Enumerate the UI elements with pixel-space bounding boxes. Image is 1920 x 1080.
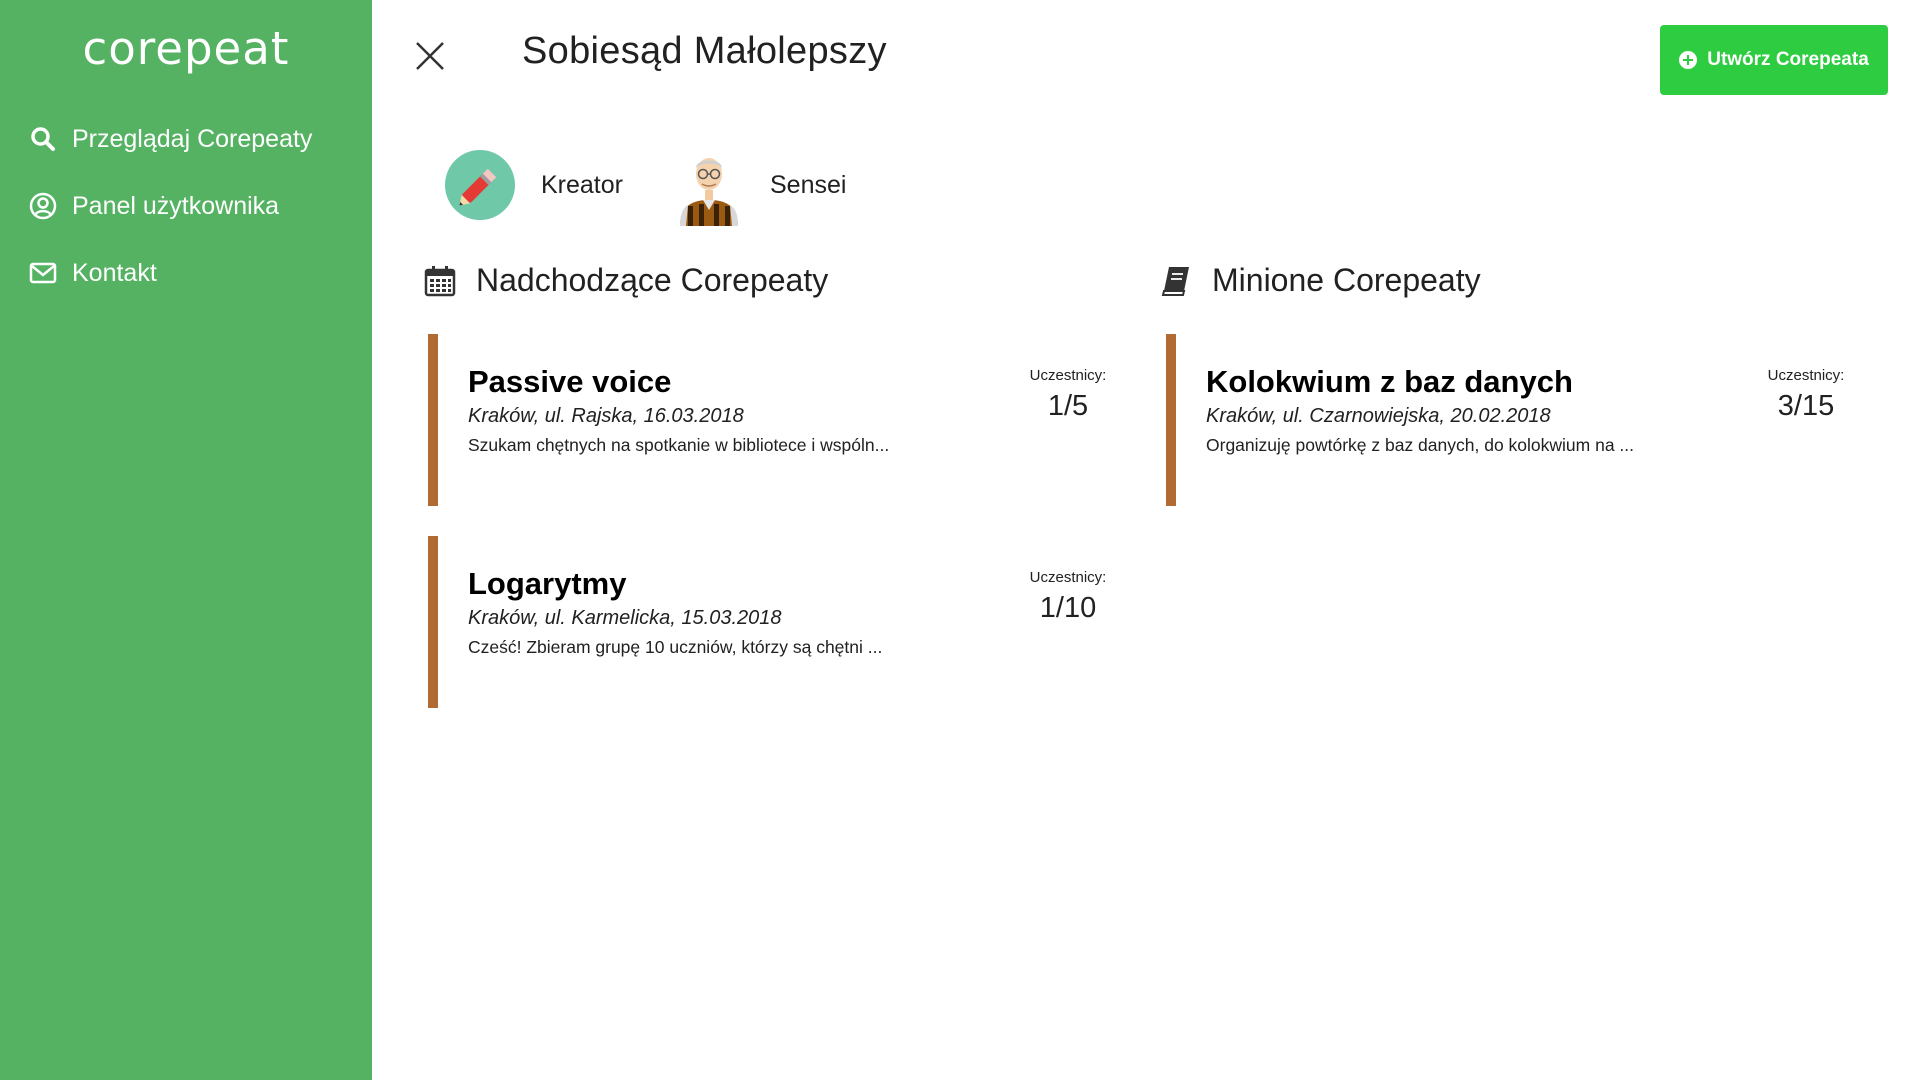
badge-label: Sensei (770, 170, 847, 199)
badge-kreator: Kreator (445, 150, 623, 220)
envelope-icon (28, 258, 58, 288)
participants-label: Uczestnicy: (1029, 367, 1107, 384)
create-corepeat-button[interactable]: Utwórz Corepeata (1660, 25, 1888, 95)
card-description: Szukam chętnych na spotkanie w bibliotec… (468, 435, 890, 455)
sidebar: corepeat Przeglądaj Corepeaty Panel użyt… (0, 0, 372, 1080)
participants-label: Uczestnicy: (1029, 569, 1107, 586)
card-location-date: Kraków, ul. Czarnowiejska, 20.02.2018 (1206, 405, 1551, 427)
corepeat-card[interactable]: Logarytmy Kraków, ul. Karmelicka, 15.03.… (428, 536, 1108, 708)
search-icon (28, 124, 58, 154)
card-description: Organizuję powtórkę z baz danych, do kol… (1206, 435, 1634, 455)
section-title-text: Nadchodzące Corepeaty (476, 262, 829, 298)
card-description: Cześć! Zbieram grupę 10 uczniów, którzy … (468, 637, 883, 657)
page-title: Sobiesąd Małolepszy (522, 30, 887, 72)
participants-count: 1/5 (1047, 390, 1089, 422)
participants-count: 1/10 (1039, 592, 1097, 624)
calendar-icon (424, 265, 456, 297)
plus-circle-icon (1679, 51, 1698, 69)
card-location-date: Kraków, ul. Rajska, 16.03.2018 (468, 405, 744, 427)
user-circle-icon (28, 191, 58, 221)
corepeat-card[interactable]: Kolokwium z baz danych Kraków, ul. Czarn… (1166, 334, 1846, 506)
card-title: Logarytmy (468, 566, 627, 601)
badge-label: Kreator (541, 170, 623, 199)
main-content: Sobiesąd Małolepszy Utwórz Corepeata Kre… (372, 0, 1920, 1080)
sidebar-item-user-panel[interactable]: Panel użytkownika (28, 191, 279, 221)
badge-sensei: Sensei (674, 150, 847, 226)
corepeat-card[interactable]: Passive voice Kraków, ul. Rajska, 16.03.… (428, 334, 1108, 506)
book-icon (1160, 265, 1192, 297)
section-title-text: Minione Corepeaty (1212, 262, 1481, 298)
participants-label: Uczestnicy: (1767, 367, 1845, 384)
sidebar-item-browse[interactable]: Przeglądaj Corepeaty (28, 124, 312, 154)
sidebar-item-label: Panel użytkownika (72, 191, 280, 220)
participants-count: 3/15 (1777, 390, 1835, 422)
sensei-avatar-icon (674, 150, 744, 226)
sidebar-item-label: Kontakt (72, 258, 157, 287)
sidebar-item-label: Przeglądaj Corepeaty (72, 124, 313, 153)
pencil-icon (445, 150, 515, 220)
close-icon (411, 42, 449, 79)
card-location-date: Kraków, ul. Karmelicka, 15.03.2018 (468, 607, 782, 629)
section-title-upcoming: Nadchodzące Corepeaty (424, 262, 828, 299)
close-button[interactable] (411, 37, 449, 75)
section-title-past: Minione Corepeaty (1160, 262, 1481, 299)
card-title: Kolokwium z baz danych (1206, 364, 1573, 399)
card-title: Passive voice (468, 364, 672, 399)
sidebar-item-contact[interactable]: Kontakt (28, 258, 157, 288)
create-button-label: Utwórz Corepeata (1707, 49, 1869, 70)
app-logo[interactable]: corepeat (0, 22, 372, 75)
